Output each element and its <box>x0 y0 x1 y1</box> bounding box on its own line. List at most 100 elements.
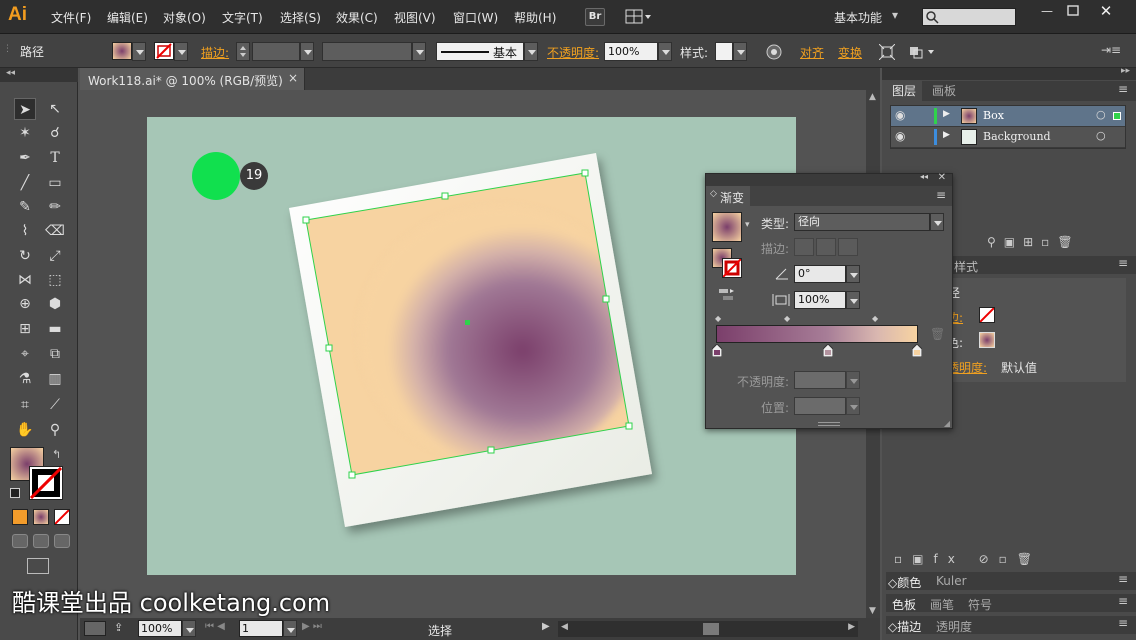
appearance-footer-icons[interactable]: ▫▣fx ⊘▫🗑 <box>894 552 1042 566</box>
menu-edit[interactable]: 编辑(E) <box>107 9 148 26</box>
visibility-eye-icon[interactable]: ◉ <box>895 108 905 122</box>
shape-builder-tool-icon[interactable]: ⊕ <box>14 293 36 315</box>
close-panel-icon[interactable]: ✕ <box>938 172 946 183</box>
free-transform-tool-icon[interactable]: ⬚ <box>44 269 66 291</box>
menu-help[interactable]: 帮助(H) <box>514 9 556 26</box>
menu-effect[interactable]: 效果(C) <box>336 9 378 26</box>
column-graph-tool-icon[interactable]: ▥ <box>44 368 66 390</box>
width-tool-icon[interactable]: ⋈ <box>14 269 36 291</box>
tab-layers[interactable]: 图层 <box>886 81 923 101</box>
layer-row-background[interactable]: ◉ ▶ Background ○ <box>891 127 1125 148</box>
eraser-tool-icon[interactable]: ⌫ <box>44 220 66 242</box>
draw-inside-icon[interactable] <box>54 534 70 548</box>
paintbrush-tool-icon[interactable]: ✎ <box>14 196 36 218</box>
expand-triangle-icon[interactable]: ▶ <box>943 130 950 140</box>
panel-menu-icon[interactable]: ⇥≡ <box>1101 43 1121 57</box>
isolate-object-icon[interactable] <box>879 44 895 60</box>
zoom-dropdown[interactable] <box>182 620 196 637</box>
color-stop-mid[interactable] <box>823 344 833 357</box>
stop-opacity-dropdown[interactable] <box>846 371 860 389</box>
brush-definition[interactable]: 基本 <box>436 42 524 61</box>
rotate-tool-icon[interactable]: ↻ <box>14 245 36 267</box>
next-artboard-icon[interactable]: ▶ ⏭ <box>302 621 322 632</box>
fill-dropdown[interactable] <box>132 42 146 61</box>
reverse-gradient-icon[interactable] <box>718 287 736 303</box>
stroke-gradient-along-button[interactable] <box>816 238 836 256</box>
zoom-input[interactable]: 100% <box>138 620 182 637</box>
variable-width-dropdown[interactable] <box>412 42 426 61</box>
color-stop-start[interactable] <box>712 344 722 357</box>
variable-width-profile[interactable] <box>322 42 412 61</box>
resize-corner-icon[interactable]: ◢ <box>944 419 950 428</box>
gradient-preset-dropdown-icon[interactable]: ▾ <box>745 220 750 230</box>
gradient-mode-button[interactable] <box>33 509 49 525</box>
recolor-artwork-icon[interactable] <box>765 43 783 61</box>
stroke-panel-menu-icon[interactable]: ≡ <box>1118 616 1128 630</box>
opacity-panel-link[interactable]: 不透明度: <box>547 44 599 61</box>
tab-color[interactable]: ◇颜色 <box>888 574 921 591</box>
layer-row-box[interactable]: ◉ ▶ Box ○ <box>891 106 1125 127</box>
panel-resize-grip[interactable] <box>818 422 840 426</box>
gradient-preview-swatch[interactable] <box>712 212 742 242</box>
select-similar-icon[interactable] <box>908 44 936 60</box>
selection-tool-icon[interactable]: ➤ <box>14 98 36 120</box>
appearance-opacity-label[interactable]: 透明度: <box>947 359 987 376</box>
mesh-tool-icon[interactable]: ⊞ <box>14 318 36 340</box>
appearance-panel-menu-icon[interactable]: ≡ <box>1118 256 1128 270</box>
stroke-indicator[interactable] <box>722 258 742 278</box>
layers-panel-menu-icon[interactable]: ≡ <box>1118 82 1128 96</box>
stop-opacity-input[interactable] <box>794 371 846 389</box>
opacity-dropdown[interactable] <box>658 42 672 61</box>
lasso-tool-icon[interactable]: ☌ <box>44 122 66 144</box>
target-circle-icon[interactable]: ○ <box>1096 129 1106 142</box>
screen-mode-icon[interactable] <box>27 558 49 574</box>
color-panel-menu-icon[interactable]: ≡ <box>1118 572 1128 586</box>
gradient-panel-titlebar[interactable]: ◂◂ ✕ <box>706 172 952 186</box>
gradient-tool-icon[interactable]: ▬ <box>44 318 66 340</box>
horizontal-scrollbar[interactable]: ◀ ▶ <box>558 621 858 637</box>
aspect-ratio-input[interactable]: 100% <box>794 291 846 309</box>
midpoint-diamond[interactable]: ◆ <box>872 314 878 323</box>
slice-tool-icon[interactable]: ⟋ <box>44 394 66 416</box>
tab-artboards[interactable]: 画板 <box>926 81 962 101</box>
stroke-weight-dropdown[interactable] <box>300 42 314 61</box>
tab-graphic-styles[interactable]: 样式 <box>954 258 978 275</box>
draw-behind-icon[interactable] <box>33 534 49 548</box>
menu-type[interactable]: 文字(T) <box>222 9 263 26</box>
gpu-icon[interactable] <box>84 621 106 636</box>
appearance-fill-swatch[interactable] <box>979 332 995 348</box>
arrange-documents-button[interactable] <box>625 9 653 25</box>
stroke-weight-stepper[interactable] <box>236 42 250 61</box>
stroke-color-box[interactable] <box>29 466 63 500</box>
blob-brush-tool-icon[interactable]: ⌇ <box>14 220 36 242</box>
draw-normal-icon[interactable] <box>12 534 28 548</box>
stop-location-dropdown[interactable] <box>846 397 860 415</box>
pencil-tool-icon[interactable]: ✏ <box>44 196 66 218</box>
opacity-input[interactable]: 100% <box>604 42 658 61</box>
graphic-style-swatch[interactable] <box>715 42 733 61</box>
hand-tool-icon[interactable]: ✋ <box>14 419 36 441</box>
midpoint-diamond[interactable]: ◆ <box>784 314 790 323</box>
gradient-panel[interactable]: ◂◂ ✕ ◇ 渐变 ≡ ▾ 类型: 径向 描边: 0° 100% ◆ ◆ ◆ 🗑… <box>705 172 953 429</box>
stroke-gradient-within-button[interactable] <box>794 238 814 256</box>
angle-input[interactable]: 0° <box>794 265 846 283</box>
rectangle-tool-icon[interactable]: ▭ <box>44 172 66 194</box>
default-colors-icon[interactable] <box>10 488 20 498</box>
fill-swatch[interactable] <box>112 42 132 60</box>
line-tool-icon[interactable]: ╱ <box>14 172 36 194</box>
first-artboard-icon[interactable]: ⏮ ◀ <box>205 621 225 632</box>
layer-name[interactable]: Background <box>983 130 1051 143</box>
status-menu-arrow[interactable]: ▶ <box>542 621 550 632</box>
menu-window[interactable]: 窗口(W) <box>453 9 498 26</box>
close-window-icon[interactable]: ✕ <box>1096 2 1116 20</box>
angle-dropdown[interactable] <box>846 265 860 283</box>
none-mode-button[interactable] <box>54 509 70 525</box>
minimize-icon[interactable]: — <box>1037 4 1057 20</box>
appearance-stroke-swatch[interactable] <box>979 307 995 323</box>
bridge-button[interactable]: Br <box>585 8 605 26</box>
expand-triangle-icon[interactable]: ▶ <box>943 109 950 119</box>
menu-view[interactable]: 视图(V) <box>394 9 436 26</box>
tab-stroke[interactable]: ◇描边 <box>888 618 921 635</box>
stroke-swatch[interactable] <box>154 42 174 60</box>
gradient-panel-menu-icon[interactable]: ≡ <box>936 188 946 202</box>
